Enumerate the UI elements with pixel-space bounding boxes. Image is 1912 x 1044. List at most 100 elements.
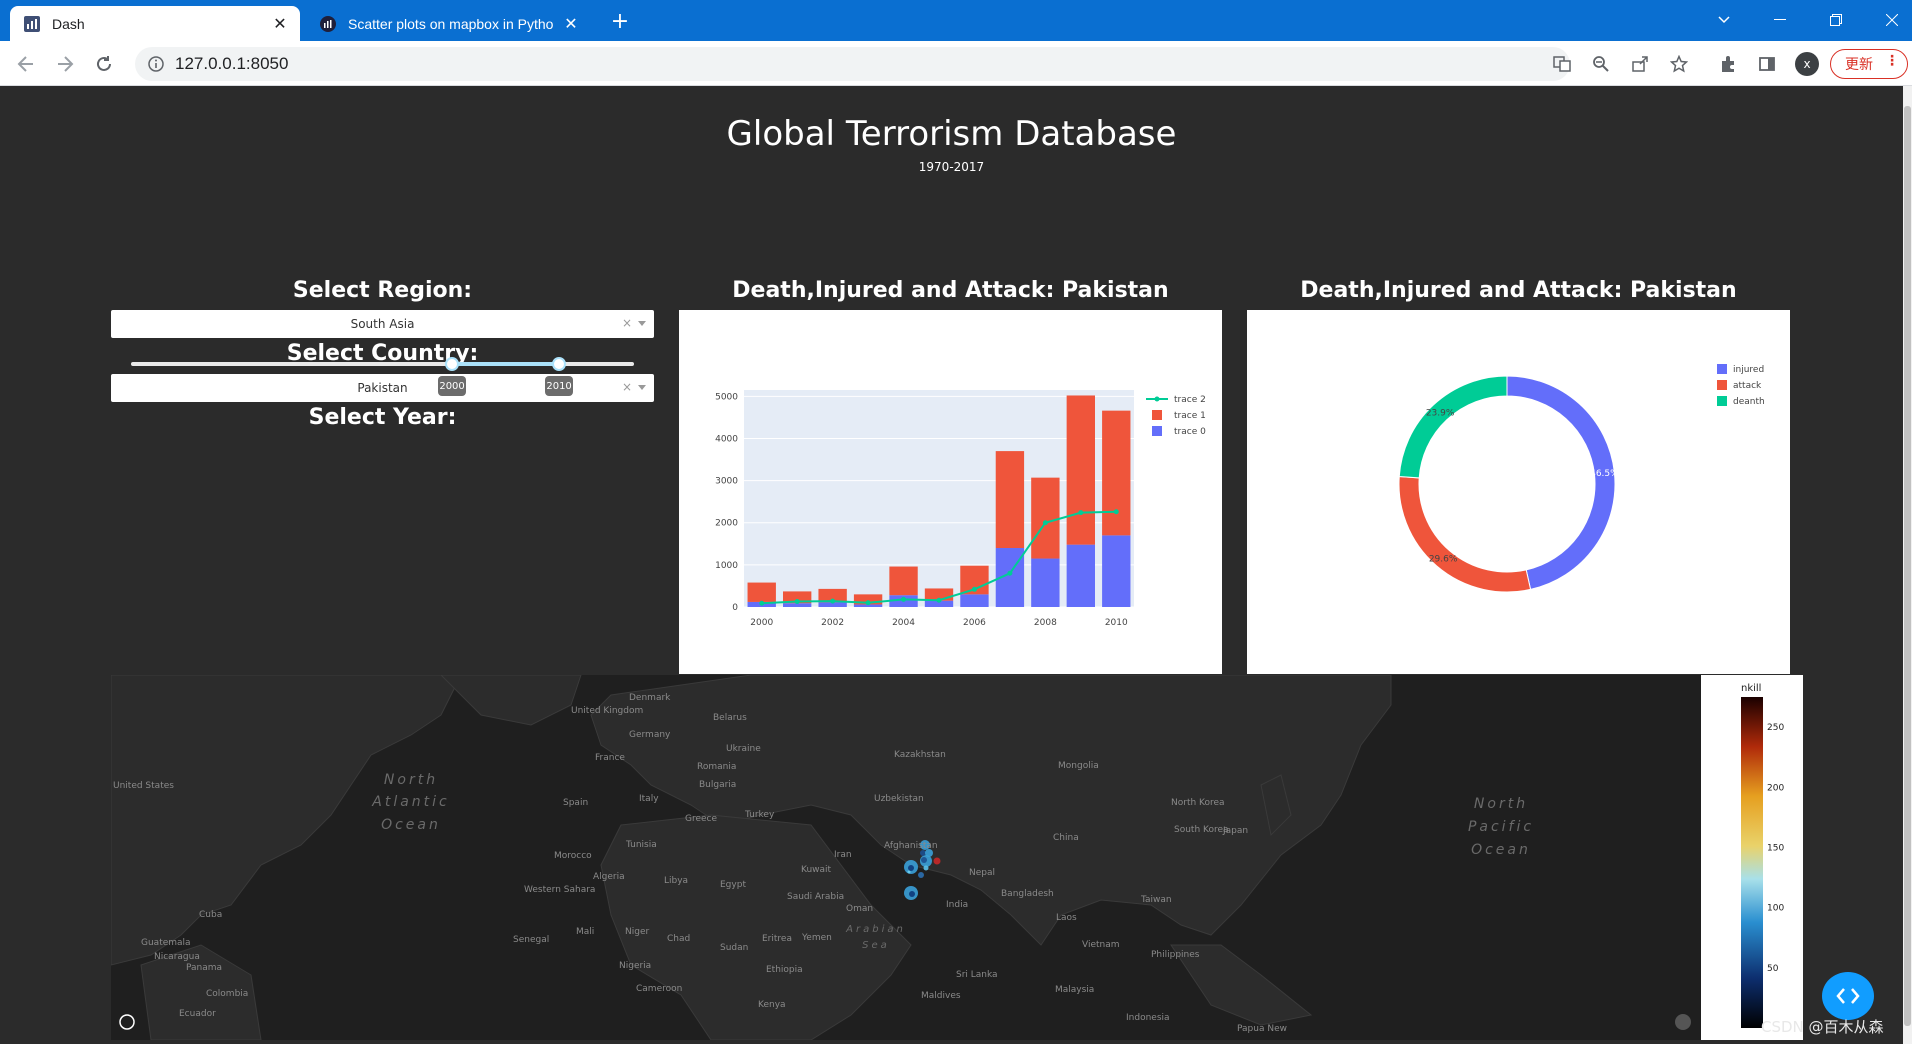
clear-region-icon[interactable]: × [622, 316, 632, 330]
page-scrollbar[interactable] [1903, 86, 1912, 1044]
region-value: South Asia [350, 317, 415, 331]
y-tick-label: 3000 [715, 477, 738, 487]
more-menu-icon[interactable]: ⋮ [1885, 53, 1899, 69]
attack-point [918, 872, 924, 878]
attack-point [907, 870, 911, 874]
attack-point [908, 865, 914, 871]
slice-injured [1506, 375, 1616, 590]
legend-label: injured [1733, 365, 1764, 375]
back-icon[interactable] [12, 50, 40, 78]
map-label: Vietnam [1082, 940, 1120, 950]
legend-label: attack [1733, 381, 1762, 391]
map-label: Ethiopia [766, 965, 803, 975]
dash-debug-button[interactable] [1822, 972, 1874, 1020]
line-point [865, 600, 871, 606]
tab-title: Scatter plots on mapbox in Pytho [348, 15, 554, 32]
translate-icon[interactable] [1551, 53, 1573, 75]
close-tab-icon[interactable]: ✕ [270, 14, 290, 34]
new-tab-button[interactable]: + [608, 10, 632, 34]
slider-handle-end[interactable] [552, 357, 567, 371]
map-label: Eritrea [762, 934, 792, 944]
x-tick-label: 2006 [963, 618, 986, 628]
map-label: Kuwait [801, 865, 832, 875]
site-info-icon[interactable] [147, 55, 165, 73]
restore-icon[interactable] [1822, 8, 1850, 32]
bar-chart-panel[interactable]: 0 1000 2000 3000 4000 5000 2000 2002 2004 2006 200… [679, 310, 1222, 674]
colorbar: nkill 50 100 150 200 250 [1741, 683, 1784, 1028]
tab-dash[interactable]: Dash ✕ [10, 6, 300, 41]
chevron-down-icon[interactable] [638, 321, 646, 326]
extensions-icon[interactable] [1717, 53, 1739, 75]
map-canvas[interactable]: United Kingdom Denmark Belarus Germany Ukrai… [111, 675, 1701, 1040]
attack-point [923, 865, 929, 871]
profile-avatar[interactable]: x [1795, 52, 1819, 76]
map-label: Iran [834, 850, 852, 860]
ocean-label: North [384, 772, 438, 788]
minimize-icon[interactable] [1766, 8, 1794, 32]
map-label: Bulgaria [699, 780, 736, 790]
pie-chart-panel[interactable]: 46.5% 29.6% 23.9% injured attack deanth [1247, 310, 1790, 674]
bar-chart[interactable]: 0 1000 2000 3000 4000 5000 2000 2002 2004 2006 200… [679, 310, 1222, 674]
line-point [971, 586, 977, 592]
bookmark-star-icon[interactable] [1668, 53, 1690, 75]
legend-swatch [1717, 380, 1727, 390]
url-input[interactable]: 127.0.0.1:8050 [135, 47, 1570, 81]
map-label: Nigeria [619, 961, 651, 971]
share-icon[interactable] [1629, 53, 1651, 75]
map-label: Tunisia [625, 840, 657, 850]
attribution-info-icon[interactable] [1675, 1014, 1691, 1030]
close-tab-icon[interactable]: ✕ [561, 14, 581, 34]
x-tick-label: 2010 [1105, 618, 1128, 628]
map-label: Belarus [713, 713, 747, 723]
region-dropdown[interactable]: South Asia × [111, 310, 654, 338]
colorbar-tick-label: 150 [1767, 843, 1784, 853]
tab-search-icon[interactable] [1710, 8, 1738, 32]
attack-point [921, 857, 927, 863]
chevron-down-icon[interactable] [638, 385, 646, 390]
scrollbar-thumb[interactable] [1904, 106, 1911, 1026]
map-label: Colombia [206, 989, 248, 999]
map-label: Taiwan [1140, 895, 1172, 905]
line-point [1113, 509, 1119, 515]
colorbar-tick-label: 250 [1767, 723, 1784, 733]
map-label: Maldives [921, 991, 961, 1001]
tab-plotly-docs[interactable]: Scatter plots on mapbox in Pytho ✕ [306, 6, 591, 41]
update-button[interactable]: 更新 ⋮ [1830, 49, 1908, 79]
zoom-icon[interactable] [1590, 53, 1612, 75]
line-point [759, 600, 765, 606]
legend-swatch [1152, 410, 1162, 420]
legend-label: trace 2 [1174, 395, 1206, 405]
colorbar-tick-label: 200 [1767, 783, 1784, 793]
reload-icon[interactable] [90, 50, 118, 78]
map-label: Panama [186, 963, 222, 973]
greenland-land [440, 675, 582, 726]
close-window-icon[interactable] [1878, 8, 1906, 32]
donut-chart[interactable]: 46.5% 29.6% 23.9% injured attack deanth [1247, 310, 1790, 674]
map-label: Nicaragua [154, 952, 200, 962]
map-label: Ukraine [726, 744, 761, 754]
code-brackets-icon [1836, 988, 1860, 1004]
line-point [1042, 520, 1048, 526]
colorbar-panel: nkill 50 100 150 200 250 [1701, 675, 1803, 1040]
map-label: Egypt [720, 880, 746, 890]
map-label: Kenya [758, 1000, 786, 1010]
legend-swatch [1717, 364, 1727, 374]
map-label: Morocco [554, 851, 592, 861]
map-label: Western Sahara [524, 885, 595, 895]
slider-handle-start[interactable] [445, 357, 460, 371]
map-label: Mali [576, 927, 594, 937]
map-label: Nepal [969, 868, 995, 878]
map-label: Bangladesh [1001, 889, 1054, 899]
mapbox-logo-icon[interactable] [119, 1014, 135, 1030]
year-range-slider[interactable]: 2000 2010 [131, 355, 634, 415]
map-label: Sudan [720, 943, 748, 953]
forward-icon[interactable] [51, 50, 79, 78]
legend-label: trace 0 [1174, 427, 1206, 437]
bar-trace-1 [995, 451, 1025, 549]
map-label: United States [113, 781, 174, 791]
page-title: Global Terrorism Database [726, 114, 1177, 154]
bar-trace-0 [1031, 558, 1060, 607]
scatter-map[interactable]: United Kingdom Denmark Belarus Germany Ukrai… [111, 675, 1701, 1040]
line-point [830, 598, 836, 604]
side-panel-icon[interactable] [1756, 53, 1778, 75]
